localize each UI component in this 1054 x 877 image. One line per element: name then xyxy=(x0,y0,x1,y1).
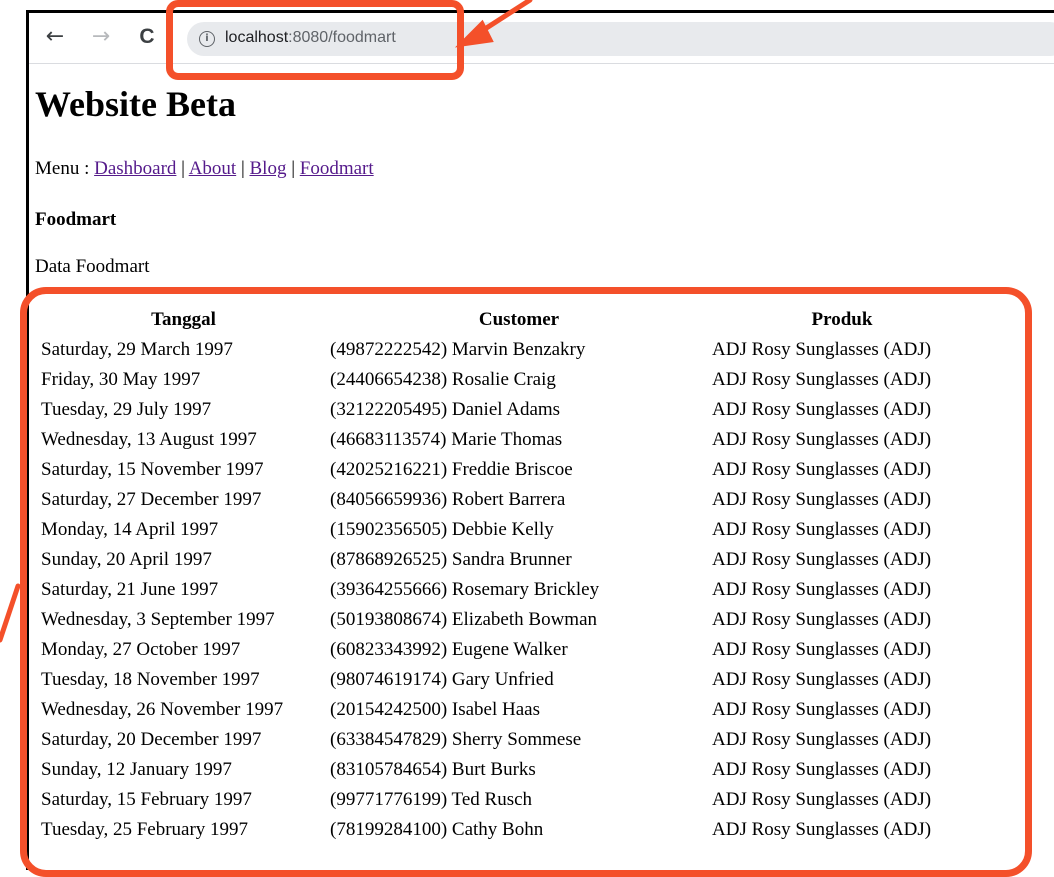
annotation-arrows xyxy=(0,0,533,643)
url-arrow-head xyxy=(454,19,494,48)
table-arrow-line xyxy=(0,583,21,643)
